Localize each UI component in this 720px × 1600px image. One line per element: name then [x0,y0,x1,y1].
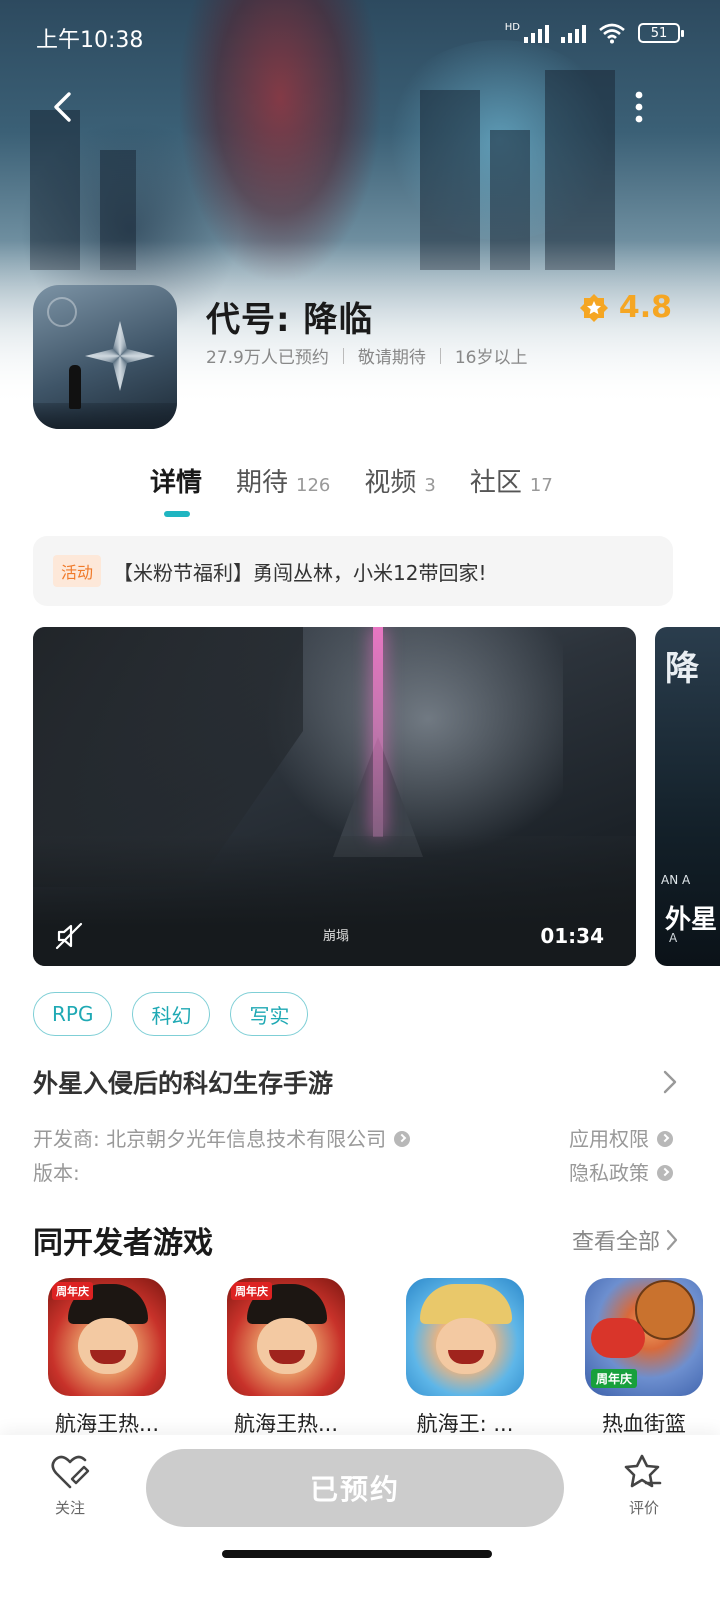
privacy-link[interactable]: 隐私政策 [569,1156,673,1190]
genre-tags: RPG 科幻 写实 [33,992,309,1036]
game-icon: 周年庆 [585,1278,703,1396]
game-name: 航海王热... [54,1412,160,1436]
game-card[interactable]: 周年庆 热血街篮 [585,1278,703,1438]
wifi-icon [599,23,625,44]
developer-link[interactable]: 开发商: 北京朝夕光年信息技术有限公司 [33,1122,411,1156]
tab-videos[interactable]: 视频 3 [364,462,435,499]
screenshot-smalltext: A [669,931,678,945]
status-bar: 上午10:38 HD 51 [0,0,720,70]
tab-videos-count: 3 [424,475,436,496]
reserve-button[interactable]: 已预约 [146,1449,564,1527]
policy-links: 应用权限 隐私政策 [569,1122,673,1190]
tab-videos-label: 视频 [364,468,417,498]
tab-community-count: 17 [529,475,553,496]
game-icon: 周年庆 [227,1278,345,1396]
game-app-icon [33,285,177,429]
game-name: 航海王热... [233,1412,339,1436]
permissions-label: 应用权限 [569,1127,649,1151]
reservation-count: 27.9万人已预约 [206,348,329,368]
game-card[interactable]: 航海王: ... [406,1278,524,1438]
heart-icon [51,1455,90,1489]
back-arrow-icon [54,92,71,122]
see-all-label: 查看全部 [571,1230,660,1255]
video-duration: 01:34 [540,924,604,948]
developer-name: 开发商: 北京朝夕光年信息技术有限公司 [33,1127,387,1151]
chevron-circle-icon [394,1131,411,1147]
same-dev-header: 同开发者游戏 查看全部 [33,1218,678,1262]
trailer-video[interactable]: 崩塌 01:34 [33,627,636,966]
game-icon: 周年庆 [48,1278,166,1396]
same-dev-games: 周年庆 航海王热... 周年庆 航海王热... 航海王: ... 周年庆 热血街… [33,1278,713,1438]
tab-bar: 详情 期待 126 视频 3 社区 17 [150,462,553,517]
tag-scifi[interactable]: 科幻 [132,992,211,1036]
see-all-link[interactable]: 查看全部 [572,1224,678,1256]
rating-star-icon [579,293,608,322]
tab-community-label: 社区 [469,468,522,498]
section-title: 同开发者游戏 [33,1226,213,1261]
video-caption: 崩塌 [323,929,350,944]
activity-banner[interactable]: 活动 【米粉节福利】勇闯丛林，小米12带回家! [33,536,673,606]
hd-label: HD [504,21,520,33]
description-row[interactable]: 外星入侵后的科幻生存手游 [33,1062,677,1102]
tag-rpg[interactable]: RPG [33,992,113,1036]
follow-label: 关注 [54,1499,85,1517]
developer-info: 开发商: 北京朝夕光年信息技术有限公司 版本: [33,1122,411,1190]
review-label: 评价 [628,1499,659,1517]
bottom-action-bar: 关注 已预约 评价 [0,1435,720,1600]
review-star-pen-icon [624,1454,662,1488]
game-name: 热血街篮 [602,1412,686,1436]
screenshot-title: 降 [665,649,699,689]
privacy-label: 隐私政策 [569,1161,649,1185]
tab-details-label: 详情 [150,468,203,498]
tab-details[interactable]: 详情 [150,462,203,517]
tab-expect-label: 期待 [236,468,289,498]
game-title: 代号: 降临 [206,300,374,340]
review-button[interactable]: 评价 [614,1453,674,1518]
status-time: 上午10:38 [36,28,144,53]
game-badge: 周年庆 [231,1282,272,1300]
screenshot-thumbnail[interactable]: 降 AN A 外星 A [655,627,720,966]
chevron-right-icon [666,1229,678,1251]
game-badge: 周年庆 [52,1282,93,1300]
signal-icon-2 [561,23,586,43]
mute-icon[interactable] [53,920,85,952]
chevron-right-icon [663,1070,677,1094]
game-icon [406,1278,524,1396]
tag-realistic[interactable]: 写实 [230,992,309,1036]
rating-badge: 4.8 [579,290,672,325]
screenshot-subtext: AN A [661,873,691,887]
permissions-link[interactable]: 应用权限 [569,1122,673,1156]
version-label: 版本: [33,1161,80,1185]
follow-button[interactable]: 关注 [40,1453,100,1518]
chevron-circle-icon [657,1131,673,1147]
activity-badge: 活动 [53,555,102,587]
age-rating: 16岁以上 [454,348,528,368]
activity-text: 【米粉节福利】勇闯丛林，小米12带回家! [113,560,487,585]
tab-community[interactable]: 社区 17 [470,462,553,499]
battery-icon: 51 [638,23,684,43]
more-dots-icon [635,91,643,123]
more-menu-button[interactable] [614,82,664,132]
home-indicator[interactable] [222,1550,492,1558]
game-card[interactable]: 周年庆 航海王热... [48,1278,166,1438]
signal-icon [524,23,549,43]
chevron-circle-icon [657,1165,673,1181]
tab-expect[interactable]: 期待 126 [236,462,330,499]
back-button[interactable] [38,82,88,132]
game-card[interactable]: 周年庆 航海王热... [227,1278,345,1438]
rating-value: 4.8 [618,290,672,325]
game-name: 航海王: ... [416,1412,514,1436]
game-badge: 周年庆 [591,1369,638,1388]
game-description: 外星入侵后的科幻生存手游 [33,1069,334,1098]
game-meta: 27.9万人已预约 敬请期待 16岁以上 [206,343,528,368]
release-status: 敬请期待 [357,348,426,368]
tab-expect-count: 126 [296,475,331,496]
